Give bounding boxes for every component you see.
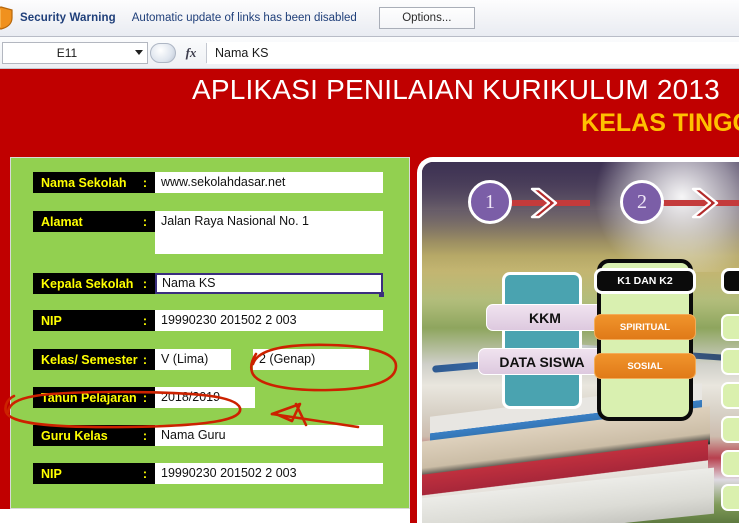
colon: :: [142, 276, 147, 291]
page-subtitle: KELAS TINGG: [581, 109, 739, 137]
page-title: APLIKASI PENILAIAN KURIKULUM 2013: [192, 74, 720, 105]
insert-function-icon[interactable]: fx: [176, 45, 206, 61]
label-text: Guru Kelas: [41, 428, 108, 443]
colon: :: [142, 428, 147, 443]
spiritual-button[interactable]: SPIRITUAL: [594, 314, 696, 340]
label-nip-guru: NIP :: [33, 463, 155, 484]
field-kepala-sekolah[interactable]: Nama KS: [155, 273, 383, 294]
navigator-panel: 1 2 KKM DATA SISWA K1 DAN K2 SPIRITUAL S…: [417, 157, 739, 523]
form-row-kelas-semester: Kelas/ Semester : V (Lima) 2 (Genap): [33, 349, 369, 370]
label-nip-kepsek: NIP :: [33, 310, 155, 331]
field-guru-kelas[interactable]: Nama Guru: [155, 425, 383, 446]
chevron-down-icon[interactable]: [131, 43, 147, 63]
column-3-item-5[interactable]: [721, 450, 739, 477]
form-row-nip-kepsek: NIP : 19990230 201502 2 003: [33, 310, 383, 331]
label-tahun-pelajaran: Tahun Pelajaran :: [33, 387, 155, 408]
colon: :: [142, 390, 147, 405]
data-siswa-button[interactable]: DATA SISWA: [478, 348, 606, 375]
form-row-tahun-pelajaran: Tahun Pelajaran : 2018/2019: [33, 387, 255, 408]
app-window: Security Warning Automatic update of lin…: [0, 0, 739, 523]
column-3-item-6[interactable]: [721, 484, 739, 511]
name-box[interactable]: E11: [2, 41, 148, 64]
chevron-right-icon-1: [529, 186, 563, 220]
label-nama-sekolah: Nama Sekolah :: [33, 172, 155, 193]
column-3-item-3[interactable]: [721, 382, 739, 409]
colon: :: [142, 466, 147, 481]
label-text: NIP: [41, 313, 62, 328]
formula-input[interactable]: Nama KS: [207, 41, 739, 64]
security-warning-title: Security Warning: [20, 12, 116, 24]
sosial-button[interactable]: SOSIAL: [594, 353, 696, 379]
cell-fill-handle[interactable]: [379, 292, 384, 297]
label-text: Nama Sekolah: [41, 175, 127, 190]
form-row-nip-guru: NIP : 19990230 201502 2 003: [33, 463, 383, 484]
label-text: Kepala Sekolah: [41, 276, 134, 291]
formula-pill-icon[interactable]: [150, 42, 176, 63]
school-info-form: Nama Sekolah : www.sekolahdasar.net Alam…: [10, 157, 410, 509]
formula-bar: E11 fx Nama KS: [0, 37, 739, 69]
step-marker-1[interactable]: 1: [468, 180, 512, 224]
label-guru-kelas: Guru Kelas :: [33, 425, 155, 446]
formula-controls: fx: [150, 42, 207, 64]
sheet-bottom-fill: [0, 509, 412, 523]
form-row-guru-kelas: Guru Kelas : Nama Guru: [33, 425, 383, 446]
security-warning-bar: Security Warning Automatic update of lin…: [0, 0, 739, 37]
field-nip-kepsek[interactable]: 19990230 201502 2 003: [155, 310, 383, 331]
field-kelas[interactable]: V (Lima): [155, 349, 231, 370]
form-row-nama-sekolah: Nama Sekolah : www.sekolahdasar.net: [33, 172, 383, 193]
form-row-alamat: Alamat : Jalan Raya Nasional No. 1: [33, 211, 383, 254]
column-1-card: [502, 272, 582, 409]
column-3-header-button[interactable]: [721, 268, 739, 294]
label-text: NIP: [41, 466, 62, 481]
worksheet-area: APLIKASI PENILAIAN KURIKULUM 2013 KELAS …: [0, 69, 739, 523]
field-tahun-pelajaran[interactable]: 2018/2019: [155, 387, 255, 408]
security-warning-message: Automatic update of links has been disab…: [131, 12, 357, 24]
field-alamat[interactable]: Jalan Raya Nasional No. 1: [155, 211, 383, 254]
step-marker-2[interactable]: 2: [620, 180, 664, 224]
label-text: Tahun Pelajaran: [41, 390, 137, 405]
colon: :: [142, 352, 147, 367]
column-3-item-4[interactable]: [721, 416, 739, 443]
field-nip-guru[interactable]: 19990230 201502 2 003: [155, 463, 383, 484]
field-nama-sekolah[interactable]: www.sekolahdasar.net: [155, 172, 383, 193]
label-alamat: Alamat :: [33, 211, 155, 232]
field-semester[interactable]: 2 (Genap): [253, 349, 369, 370]
colon: :: [142, 214, 147, 229]
step-navigation: 1 2: [422, 180, 739, 226]
k1-dan-k2-button[interactable]: K1 DAN K2: [594, 268, 696, 294]
label-text: Alamat: [41, 214, 83, 229]
options-button[interactable]: Options...: [378, 7, 475, 29]
column-3-item-1[interactable]: [721, 314, 739, 341]
app-banner: APLIKASI PENILAIAN KURIKULUM 2013 KELAS …: [0, 69, 739, 151]
name-box-value: E11: [56, 45, 78, 60]
label-kepala-sekolah: Kepala Sekolah :: [33, 273, 155, 294]
form-row-kepala-sekolah: Kepala Sekolah : Nama KS: [33, 273, 384, 297]
label-text: Kelas/ Semester: [41, 352, 138, 367]
colon: :: [142, 175, 147, 190]
column-3-item-2[interactable]: [721, 348, 739, 375]
colon: :: [142, 313, 147, 328]
kkm-button[interactable]: KKM: [486, 304, 604, 331]
chevron-right-icon-2: [690, 186, 724, 220]
label-kelas-semester: Kelas/ Semester :: [33, 349, 155, 370]
shield-icon: [0, 6, 14, 30]
